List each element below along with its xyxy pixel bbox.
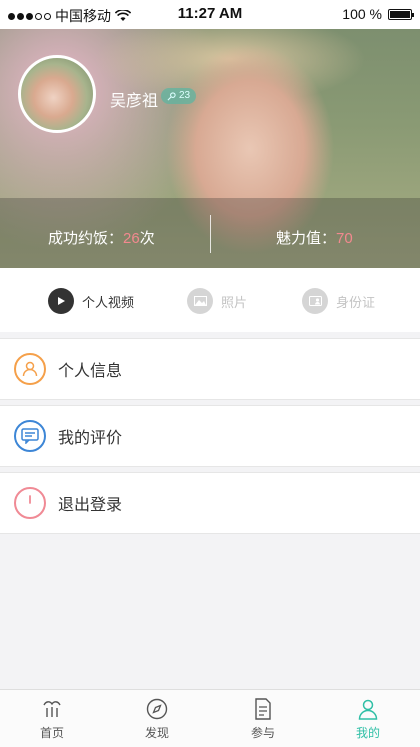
stat-dates-unit: 次 — [139, 230, 155, 247]
document-icon — [250, 696, 276, 722]
battery-icon — [388, 8, 414, 20]
compass-icon — [144, 696, 170, 722]
play-icon — [48, 288, 74, 314]
message-icon — [14, 420, 46, 452]
menu-logout[interactable]: 退出登录 — [0, 472, 420, 534]
nav-discover-label: 发现 — [144, 726, 169, 740]
tab-photos-label: 照片 — [221, 294, 248, 310]
nav-join-label: 参与 — [250, 726, 275, 740]
media-tabs: 个人视频 照片 身份证 — [0, 268, 420, 332]
nav-join[interactable]: 参与 — [233, 696, 293, 741]
menu-personal-info[interactable]: 个人信息 — [0, 338, 420, 400]
stat-dates: 成功约饭：26次 — [48, 227, 155, 248]
username: 吴彦祖 — [110, 93, 159, 110]
status-right: 100 % — [342, 6, 414, 22]
menu-personal-info-label: 个人信息 — [58, 363, 123, 380]
nav-home-label: 首页 — [39, 726, 64, 740]
avatar[interactable] — [18, 55, 96, 133]
photo-icon — [187, 288, 213, 314]
stat-divider — [210, 215, 211, 253]
stat-charm-value: 70 — [336, 230, 353, 247]
nav-discover[interactable]: 发现 — [127, 696, 187, 741]
stat-charm: 魅力值：70 — [276, 227, 353, 248]
menu-logout-label: 退出登录 — [58, 497, 123, 514]
tab-id-card[interactable]: 身份证 — [302, 288, 375, 314]
power-icon — [14, 487, 46, 519]
battery-label: 100 % — [342, 6, 382, 22]
stat-dates-value: 26 — [123, 230, 140, 247]
person-icon — [14, 353, 46, 385]
menu-my-reviews[interactable]: 我的评价 — [0, 405, 420, 467]
tab-personal-video[interactable]: 个人视频 — [48, 288, 134, 314]
stat-charm-label: 魅力值： — [276, 230, 337, 247]
status-bar: 中国移动 11:27 AM 100 % — [0, 0, 420, 29]
level-badge: 23 — [161, 88, 197, 104]
tab-personal-video-label: 个人视频 — [82, 294, 135, 310]
stat-dates-label: 成功约饭： — [48, 230, 124, 247]
user-icon — [355, 696, 381, 722]
nav-home[interactable]: 首页 — [22, 696, 82, 741]
menu-my-reviews-label: 我的评价 — [58, 430, 123, 447]
home-icon — [39, 696, 65, 722]
tab-id-card-label: 身份证 — [336, 294, 376, 310]
key-icon — [167, 91, 176, 100]
nav-mine-label: 我的 — [355, 726, 380, 740]
nav-mine[interactable]: 我的 — [338, 696, 398, 741]
tab-photos[interactable]: 照片 — [187, 288, 247, 314]
id-card-icon — [302, 288, 328, 314]
level-value: 23 — [179, 90, 191, 101]
bottom-nav: 首页 发现 参与 我的 — [0, 689, 420, 747]
